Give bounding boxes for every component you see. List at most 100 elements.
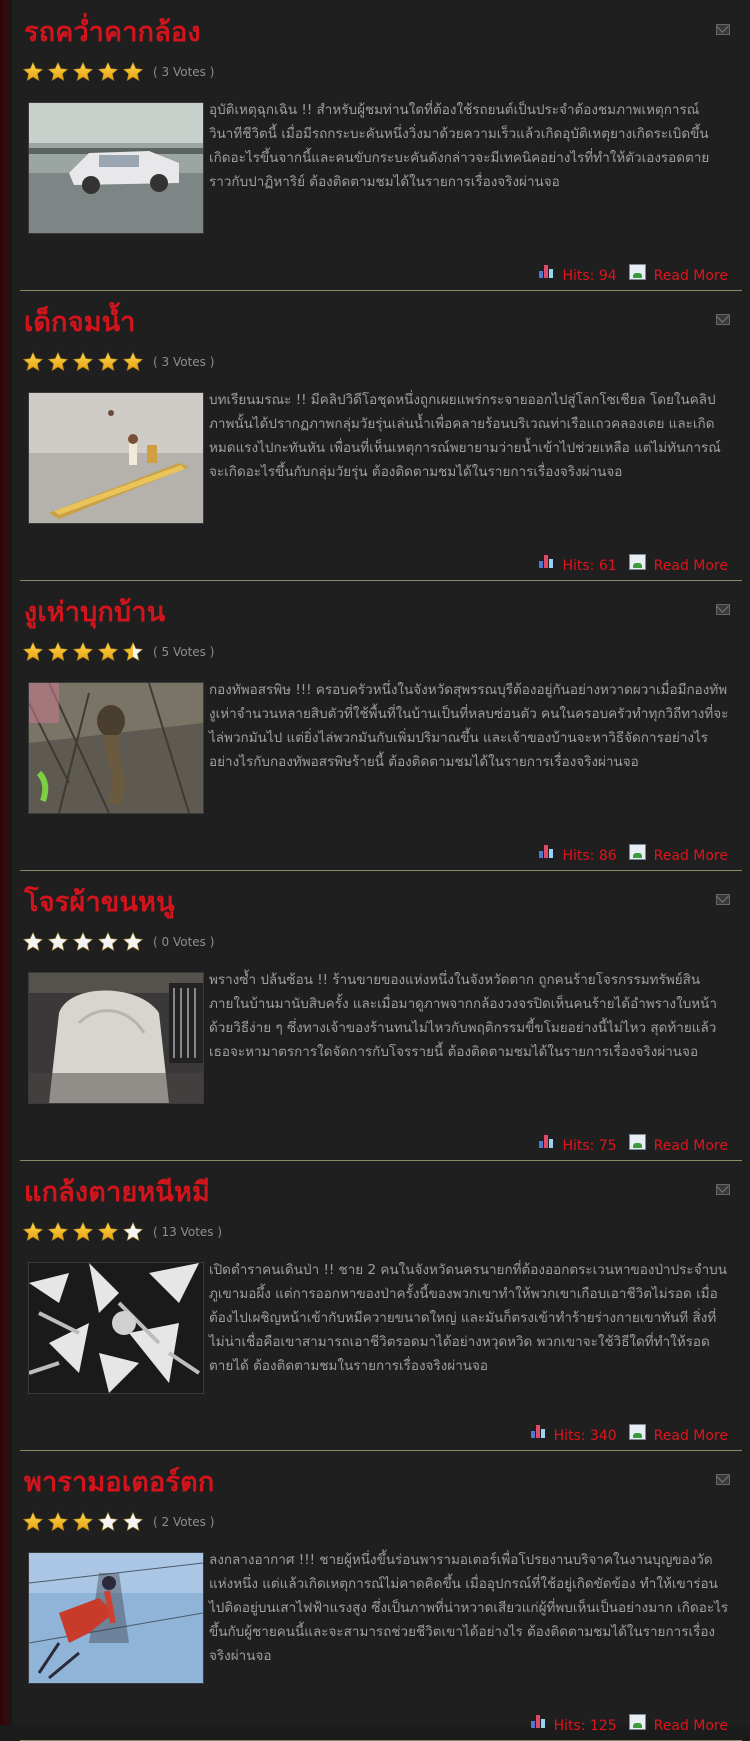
- star-icon[interactable]: [97, 1221, 119, 1243]
- read-more-link[interactable]: Read More: [654, 558, 728, 574]
- star-icon[interactable]: [47, 641, 69, 663]
- hits-count: Hits: 75: [562, 1138, 617, 1154]
- article-title[interactable]: งูเห่าบุกบ้าน: [24, 590, 165, 633]
- hits-count: Hits: 125: [553, 1718, 617, 1734]
- star-rating: ( 3 Votes ): [22, 60, 214, 84]
- bar-chart-icon: [539, 554, 555, 568]
- article-description: กองทัพอสรพิษ !!! ครอบครัวหนึ่งในจังหวัดส…: [209, 682, 729, 770]
- vote-count: ( 3 Votes ): [153, 355, 215, 369]
- star-icon[interactable]: [22, 641, 44, 663]
- star-icon[interactable]: [22, 931, 44, 953]
- read-more-icon[interactable]: [628, 1424, 646, 1440]
- star-icon[interactable]: [122, 931, 144, 953]
- article-description: เปิดตำราคนเดินป่า !! ชาย 2 คนในจังหวัดนค…: [209, 1262, 727, 1374]
- star-rating: ( 13 Votes ): [22, 1220, 222, 1244]
- star-rating: ( 3 Votes ): [22, 350, 214, 374]
- star-icon[interactable]: [47, 1511, 69, 1533]
- star-icon[interactable]: [47, 351, 69, 373]
- read-more-link[interactable]: Read More: [654, 1428, 728, 1444]
- star-icon[interactable]: [97, 931, 119, 953]
- article-description: พรางซ้ำ ปล้นซ้อน !! ร้านขายของแห่งหนึ่งใ…: [209, 972, 717, 1060]
- article-thumbnail[interactable]: [28, 682, 204, 814]
- bar-chart-icon: [539, 1134, 555, 1148]
- star-rating: ( 0 Votes ): [22, 930, 214, 954]
- article-thumbnail[interactable]: [28, 972, 204, 1104]
- article-thumbnail[interactable]: [28, 1552, 204, 1684]
- read-more-icon[interactable]: [628, 264, 646, 280]
- article-title[interactable]: รถคว่ำคากล้อง: [24, 10, 201, 53]
- star-icon[interactable]: [72, 931, 94, 953]
- star-icon[interactable]: [122, 351, 144, 373]
- bar-chart-icon: [539, 844, 555, 858]
- vote-count: ( 3 Votes ): [153, 65, 215, 79]
- star-icon[interactable]: [47, 1221, 69, 1243]
- email-icon[interactable]: [716, 24, 730, 35]
- email-icon[interactable]: [716, 894, 730, 905]
- article-meta: Hits: 340 Read More: [530, 1424, 728, 1444]
- read-more-link[interactable]: Read More: [654, 1138, 728, 1154]
- hits-count: Hits: 86: [562, 848, 617, 864]
- star-icon[interactable]: [97, 641, 119, 663]
- star-icon[interactable]: [72, 1511, 94, 1533]
- bar-chart-icon: [530, 1714, 547, 1728]
- bar-chart-icon: [539, 264, 555, 278]
- article-description: ลงกลางอากาศ !!! ชายผู้หนึ่งขึ้นร่อนพาราม…: [209, 1552, 729, 1664]
- article-item: รถคว่ำคากล้อง ( 3 Votes ) อุบัติเหตุฉุกเฉิ…: [20, 0, 742, 291]
- star-icon[interactable]: [22, 1221, 44, 1243]
- hits-count: Hits: 61: [562, 558, 617, 574]
- read-more-link[interactable]: Read More: [654, 1718, 728, 1734]
- star-icon[interactable]: [97, 61, 119, 83]
- article-thumbnail[interactable]: [28, 392, 204, 524]
- star-icon[interactable]: [22, 1511, 44, 1533]
- article-title[interactable]: แกล้งตายหนีหมี: [24, 1170, 210, 1213]
- star-icon[interactable]: [122, 641, 144, 663]
- vote-count: ( 5 Votes ): [153, 645, 215, 659]
- article-thumbnail[interactable]: [28, 102, 204, 234]
- star-icon[interactable]: [72, 641, 94, 663]
- read-more-icon[interactable]: [628, 1714, 646, 1730]
- star-icon[interactable]: [72, 1221, 94, 1243]
- star-icon[interactable]: [47, 61, 69, 83]
- star-icon[interactable]: [97, 351, 119, 373]
- vote-count: ( 13 Votes ): [153, 1225, 223, 1239]
- star-icon[interactable]: [72, 61, 94, 83]
- article-description: บทเรียนมรณะ !! มีคลิปวิดีโอชุดหนึ่งถูกเผ…: [209, 392, 721, 480]
- article-item: พารามอเตอร์ตก ( 2 Votes ) ลงกลางอากาศ !!! …: [20, 1450, 742, 1741]
- star-icon[interactable]: [97, 1511, 119, 1533]
- star-icon[interactable]: [22, 61, 44, 83]
- star-rating: ( 2 Votes ): [22, 1510, 214, 1534]
- star-rating: ( 5 Votes ): [22, 640, 214, 664]
- email-icon[interactable]: [716, 1474, 730, 1485]
- vote-count: ( 2 Votes ): [153, 1515, 215, 1529]
- star-icon[interactable]: [122, 1221, 144, 1243]
- article-meta: Hits: 75 Read More: [539, 1134, 728, 1154]
- hits-count: Hits: 340: [553, 1428, 617, 1444]
- article-thumbnail[interactable]: [28, 1262, 204, 1394]
- article-item: โจรผ้าขนหนู ( 0 Votes ) พรางซ้ำ ปล้นซ้อน !…: [20, 870, 742, 1161]
- email-icon[interactable]: [716, 604, 730, 615]
- email-icon[interactable]: [716, 314, 730, 325]
- star-icon[interactable]: [72, 351, 94, 373]
- read-more-link[interactable]: Read More: [654, 848, 728, 864]
- article-list: รถคว่ำคากล้อง ( 3 Votes ) อุบัติเหตุฉุกเฉิ…: [12, 0, 750, 1741]
- read-more-link[interactable]: Read More: [654, 268, 728, 284]
- email-icon[interactable]: [716, 1184, 730, 1195]
- star-icon[interactable]: [122, 1511, 144, 1533]
- article-item: แกล้งตายหนีหมี ( 13 Votes ) เปิดตำราคนเดิน…: [20, 1160, 742, 1451]
- read-more-icon[interactable]: [628, 1134, 646, 1150]
- article-meta: Hits: 61 Read More: [539, 554, 728, 574]
- star-icon[interactable]: [122, 61, 144, 83]
- article-meta: Hits: 86 Read More: [539, 844, 728, 864]
- read-more-icon[interactable]: [628, 554, 646, 570]
- article-title[interactable]: เด็กจมน้ำ: [24, 300, 136, 343]
- vote-count: ( 0 Votes ): [153, 935, 215, 949]
- article-description: อุบัติเหตุฉุกเฉิน !! สำหรับผู้ชมท่านใดที…: [209, 102, 710, 190]
- bar-chart-icon: [530, 1424, 547, 1438]
- hits-count: Hits: 94: [562, 268, 617, 284]
- read-more-icon[interactable]: [628, 844, 646, 860]
- star-icon[interactable]: [47, 931, 69, 953]
- star-icon[interactable]: [22, 351, 44, 373]
- article-title[interactable]: โจรผ้าขนหนู: [24, 880, 175, 923]
- article-title[interactable]: พารามอเตอร์ตก: [24, 1460, 214, 1503]
- article-item: งูเห่าบุกบ้าน ( 5 Votes ) กองทัพอสรพิษ !!!…: [20, 580, 742, 871]
